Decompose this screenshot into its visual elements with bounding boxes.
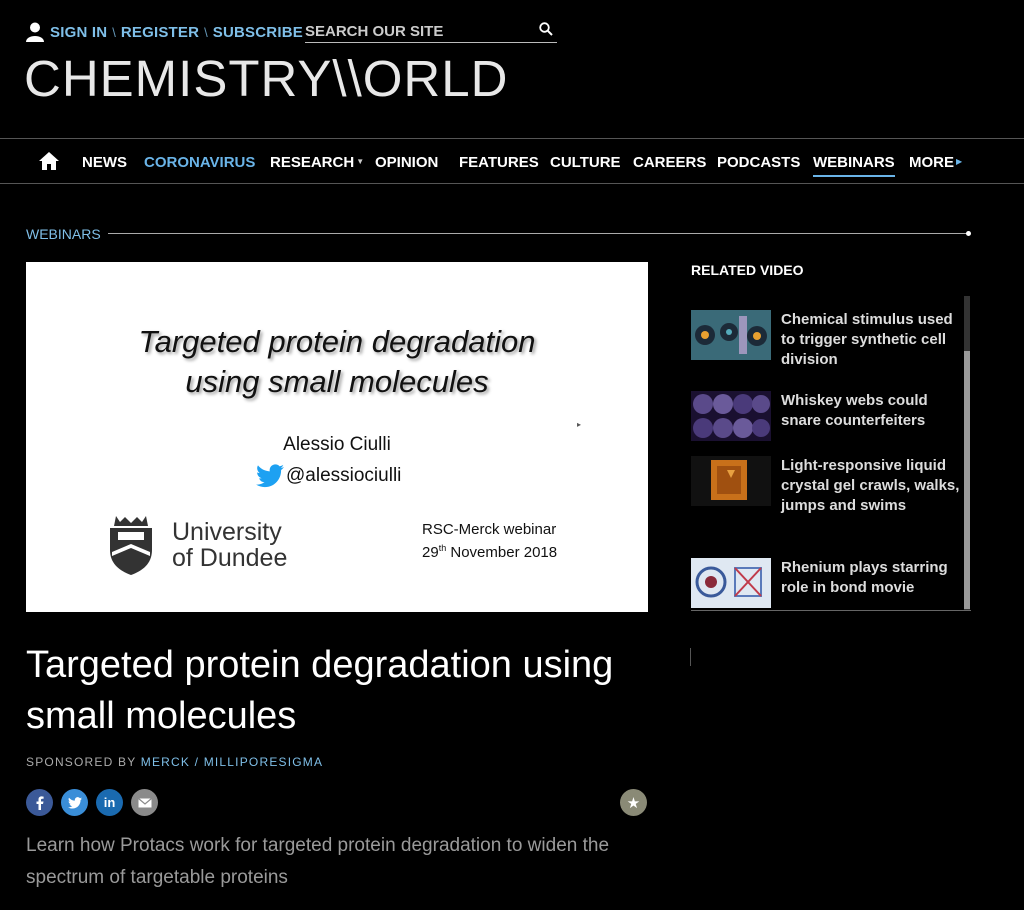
rhenium-thumbnail-icon: [695, 566, 762, 598]
university-line1: University: [172, 518, 282, 546]
register-link[interactable]: REGISTER: [121, 24, 199, 41]
university-logo: University of Dundee: [108, 514, 287, 576]
nav-more-label: MORE: [909, 154, 954, 171]
liquid-crystal-thumbnail-icon: [711, 460, 747, 500]
related-video-list: Chemical stimulus used to trigger synthe…: [691, 296, 971, 611]
sponsored-by-label: SPONSORED BY: [26, 755, 137, 769]
related-video-item[interactable]: Whiskey webs could snare counterfeiters: [691, 391, 961, 441]
slide-title-line1: Targeted protein degradation: [138, 324, 536, 359]
nav-webinars[interactable]: WEBINARS: [813, 154, 895, 177]
shield-crest-icon: [110, 516, 152, 575]
facebook-share-button[interactable]: [26, 789, 53, 816]
nav-culture[interactable]: CULTURE: [550, 154, 621, 171]
star-icon: ★: [626, 794, 641, 812]
nav-podcasts[interactable]: PODCASTS: [717, 154, 800, 171]
university-line2: of Dundee: [172, 544, 288, 572]
subscribe-link[interactable]: SUBSCRIBE: [213, 24, 303, 41]
section-divider: [108, 233, 968, 234]
twitter-share-button[interactable]: [61, 789, 88, 816]
whiskey-webs-thumbnail-icon: [693, 394, 770, 438]
divider-dot: [966, 231, 971, 236]
email-share-button[interactable]: [131, 789, 158, 816]
linkedin-share-button[interactable]: in: [96, 789, 123, 816]
user-icon: [26, 22, 44, 42]
nav-news[interactable]: NEWS: [82, 154, 127, 171]
related-video-item[interactable]: Chemical stimulus used to trigger synthe…: [691, 310, 961, 370]
account-bar: SIGN IN \ REGISTER \ SUBSCRIBE: [26, 20, 303, 44]
webinar-date-rest: November 2018: [446, 544, 558, 561]
twitter-handle-text: @alessiociulli: [286, 465, 402, 486]
share-buttons: in: [26, 789, 166, 816]
related-video-title[interactable]: Whiskey webs could snare counterfeiters: [781, 391, 961, 441]
twitter-icon: [256, 464, 284, 488]
separator: \: [112, 24, 116, 40]
webinar-name: RSC-Merck webinar: [422, 521, 557, 538]
video-thumbnail: [691, 558, 771, 608]
related-video-item[interactable]: Rhenium plays starring role in bond movi…: [691, 558, 961, 608]
separator: \: [204, 24, 208, 40]
nav-research[interactable]: RESEARCH ▼: [270, 154, 364, 171]
related-video-title[interactable]: Chemical stimulus used to trigger synthe…: [781, 310, 961, 370]
chevron-right-icon: ▶: [956, 157, 963, 166]
related-video-scrollbar[interactable]: [964, 296, 970, 610]
sign-in-link[interactable]: SIGN IN: [50, 24, 107, 41]
webinar-date: 29th November 2018: [422, 539, 557, 562]
sponsor-link[interactable]: MERCK / MILLIPORESIGMA: [141, 755, 323, 769]
related-video-title[interactable]: Light-responsive liquid crystal gel craw…: [781, 456, 961, 516]
video-thumbnail: [691, 456, 771, 506]
section-label[interactable]: WEBINARS: [26, 226, 101, 242]
linkedin-icon: in: [103, 795, 116, 810]
video-player[interactable]: Targeted protein degradation using small…: [26, 262, 648, 612]
nav-more[interactable]: MORE ▶: [909, 154, 962, 171]
site-logo[interactable]: CHEMISTRY\\ORLD: [24, 52, 508, 106]
related-video-heading: RELATED VIDEO: [691, 262, 804, 278]
facebook-icon: [36, 795, 44, 810]
nav-features[interactable]: FEATURES: [459, 154, 539, 171]
webinar-info: RSC-Merck webinar 29th November 2018: [422, 520, 557, 562]
divider-tick: [690, 648, 691, 666]
nav-careers[interactable]: CAREERS: [633, 154, 706, 171]
slide-title-line2: using small molecules: [185, 364, 489, 399]
mouse-cursor-icon: ▸: [577, 420, 582, 429]
nav-opinion[interactable]: OPINION: [375, 154, 438, 171]
chevron-down-icon: ▼: [356, 157, 365, 166]
scrollbar-thumb[interactable]: [964, 351, 970, 609]
twitter-icon: [67, 796, 82, 809]
university-name: University of Dundee: [172, 519, 287, 571]
slide-author: Alessio Ciulli: [283, 434, 391, 455]
related-video-title[interactable]: Rhenium plays starring role in bond movi…: [781, 558, 961, 608]
video-thumbnail: [691, 310, 771, 360]
slide-twitter-handle: @alessiociulli: [256, 464, 401, 488]
home-icon[interactable]: [38, 151, 60, 171]
webinar-date-day: 29: [422, 544, 439, 561]
cell-division-thumbnail-icon: [695, 316, 767, 354]
star-favorite-button[interactable]: ★: [620, 789, 647, 816]
video-thumbnail: [691, 391, 771, 441]
slide-title: Targeted protein degradation using small…: [26, 322, 648, 402]
related-video-item[interactable]: Light-responsive liquid crystal gel craw…: [691, 456, 961, 516]
sponsor-line: SPONSORED BY MERCK / MILLIPORESIGMA: [26, 755, 323, 769]
search-input[interactable]: [305, 22, 525, 40]
email-icon: [137, 797, 152, 807]
article-summary: Learn how Protacs work for targeted prot…: [26, 835, 610, 888]
article-headline: Targeted protein degradation using small…: [26, 644, 614, 737]
nav-coronavirus[interactable]: CORONAVIRUS: [144, 154, 255, 171]
main-nav: NEWS CORONAVIRUS RESEARCH ▼ OPINION FEATU…: [0, 138, 1024, 184]
nav-research-label: RESEARCH: [270, 154, 355, 171]
search-icon[interactable]: [539, 22, 553, 36]
search-box: [305, 20, 557, 43]
